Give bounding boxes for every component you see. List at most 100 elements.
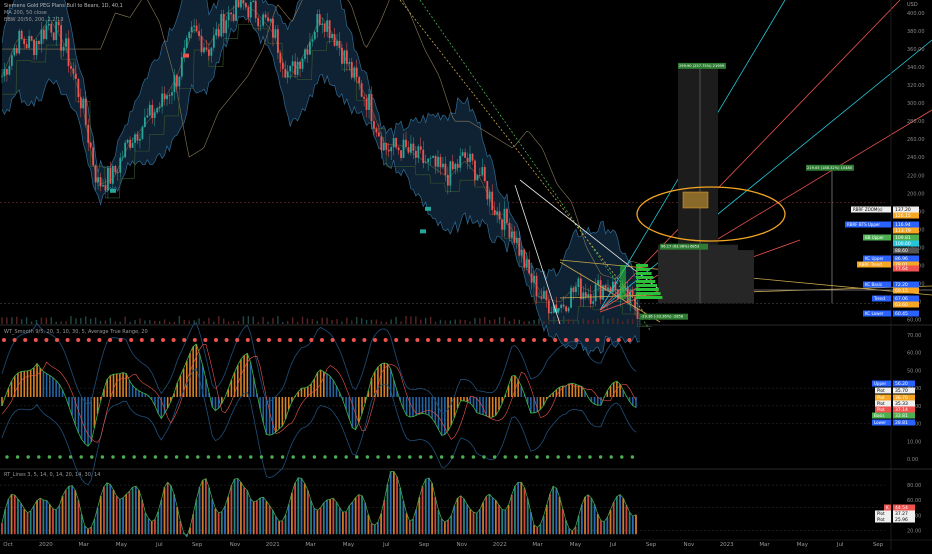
volume-bar <box>163 319 166 324</box>
volume-bar <box>316 320 319 324</box>
price-tag-value: 35.33 <box>895 401 908 407</box>
signal-dot <box>418 455 423 459</box>
candle-body <box>151 104 154 119</box>
candle-body <box>141 126 144 139</box>
candle-body <box>572 287 575 293</box>
signal-dot <box>26 455 30 459</box>
volume-bar <box>567 319 570 324</box>
x-tick-label: Sep <box>419 542 430 548</box>
price-tag-label-text: RBRF ZOOM(s) <box>853 207 883 212</box>
candle-body <box>326 20 329 32</box>
candle-body <box>363 96 366 99</box>
candle-body <box>345 50 348 64</box>
volume-bar <box>548 321 550 324</box>
candle-body <box>279 52 282 64</box>
chart-title: Siemens Gold PEG Plans Bull to Bears, 1D… <box>4 3 123 9</box>
volume-bar <box>626 318 629 324</box>
volume-bar <box>311 319 314 324</box>
signal-dot <box>450 455 454 459</box>
candle-body <box>493 210 496 215</box>
volume-profile-bar <box>636 288 659 291</box>
candle-body <box>222 14 225 34</box>
volume-bar <box>380 321 383 324</box>
y-tick-label: 70.00 <box>907 333 921 339</box>
chart-canvas[interactable]: 299.90 (257.75%) 21999 219.05 (188.32%) 1… <box>0 0 932 550</box>
candle-body <box>33 39 35 56</box>
volume-bar <box>439 319 442 324</box>
signal-dot <box>436 338 441 342</box>
measure-annotation: 299.90 (257.75%) 21999 <box>678 62 726 69</box>
signal-dot <box>182 338 187 342</box>
x-tick-label: Sep <box>873 542 884 548</box>
volume-profile-bar <box>636 296 663 299</box>
volume-bar <box>65 321 67 324</box>
candle-body <box>129 139 131 148</box>
candle-body <box>321 23 324 25</box>
candle-body <box>205 47 208 50</box>
volume-bar <box>523 321 525 324</box>
price-tag-label-text: K <box>886 505 889 510</box>
candle-body <box>77 78 80 98</box>
candle-body <box>89 142 92 148</box>
signal-dot <box>217 455 221 459</box>
candle-body <box>254 0 257 19</box>
candle-body <box>469 153 471 163</box>
candle-body <box>478 175 481 176</box>
signal-dot <box>556 455 560 459</box>
candle-body <box>188 32 191 39</box>
signal-dot <box>249 455 253 459</box>
volume-bar <box>395 316 397 324</box>
volume-bar <box>99 320 102 324</box>
candle-body <box>464 152 467 158</box>
signal-dot <box>227 455 232 459</box>
volume-bar <box>429 316 432 324</box>
signal-dot <box>323 455 327 459</box>
y-tick-label: 60.00 <box>907 351 921 357</box>
candle-body <box>195 25 198 32</box>
signal-dot <box>55 338 59 342</box>
candle-body <box>503 208 506 230</box>
candle-body <box>47 23 50 26</box>
candle-body <box>456 163 459 168</box>
candle-body <box>180 57 183 77</box>
volume-bar <box>21 319 23 324</box>
price-tag-value: 36.70 <box>895 395 908 401</box>
candle-body <box>146 115 149 118</box>
candle-body <box>23 38 26 45</box>
price-tag-label-text: Plot <box>877 401 885 406</box>
volume-bar <box>375 319 378 324</box>
signal-dot <box>606 338 611 342</box>
volume-bar <box>513 319 516 324</box>
candle-body <box>92 147 95 166</box>
price-tag-label-text: BB Upper <box>865 235 884 240</box>
candle-body <box>474 160 476 181</box>
volume-bar <box>493 319 496 324</box>
candle-body <box>301 58 304 69</box>
candle-body <box>429 157 432 159</box>
candle-body <box>328 20 331 39</box>
candle-body <box>461 152 464 156</box>
volume-bar <box>454 319 456 324</box>
candle-body <box>385 142 388 150</box>
candle-body <box>264 14 267 18</box>
signal-dot <box>341 338 346 342</box>
x-tick-label: May <box>343 542 355 548</box>
candle-body <box>10 55 13 66</box>
volume-bar <box>55 321 57 324</box>
signal-dot <box>37 455 41 459</box>
signal-dot <box>333 455 338 459</box>
candle-body <box>419 146 422 150</box>
candle-body <box>427 158 430 163</box>
price-tag-value: 77.64 <box>895 266 908 272</box>
signal-dot <box>320 338 324 342</box>
volume-bar <box>602 316 604 324</box>
x-tick-label: Sep <box>192 542 203 548</box>
volume-bar <box>622 321 624 324</box>
signal-dot <box>351 338 356 342</box>
price-tag-label-text: RBRF Trend <box>859 262 882 267</box>
candle-body <box>247 7 250 18</box>
candle-body <box>333 34 336 46</box>
volume-bar <box>553 316 555 324</box>
price-tag-value: 72.20 <box>895 282 908 288</box>
candle-body <box>104 185 107 191</box>
